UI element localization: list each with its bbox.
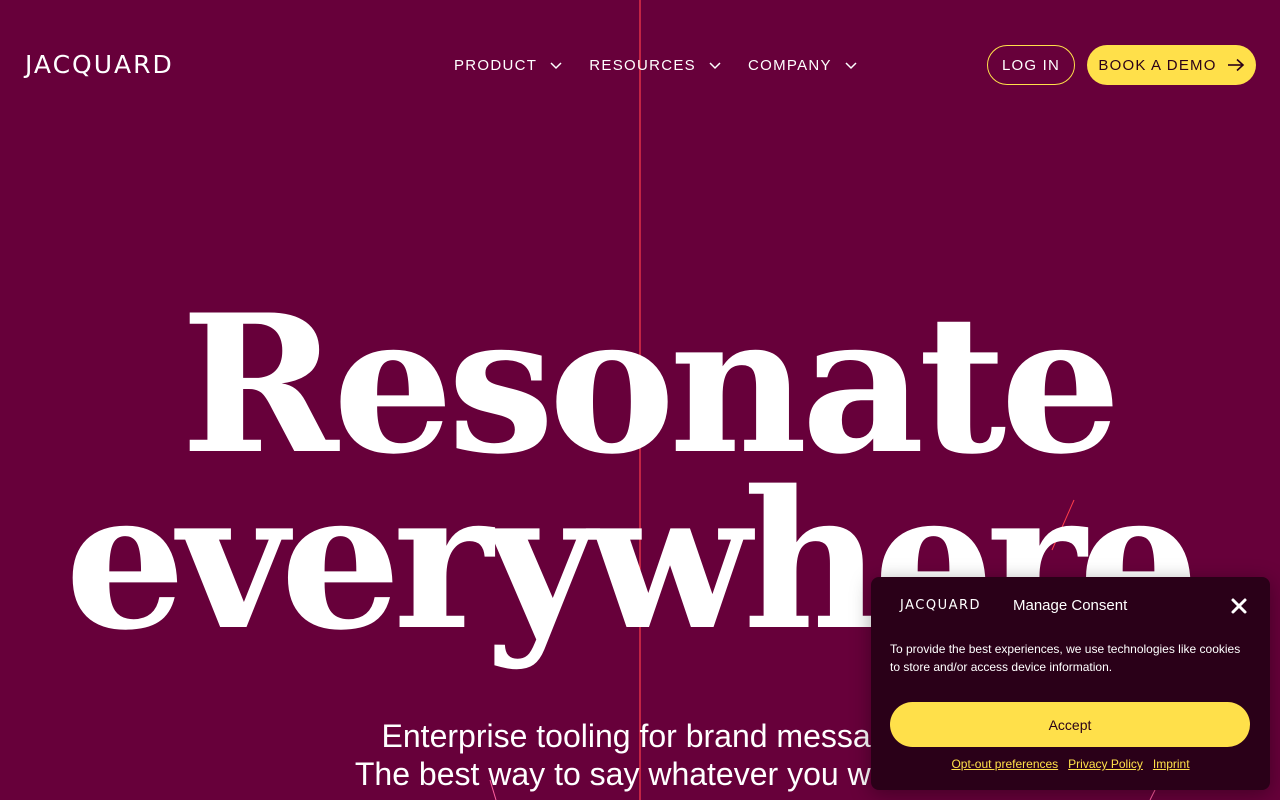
- chevron-down-icon: [550, 62, 562, 70]
- login-button-label: LOG IN: [1001, 56, 1061, 74]
- nav-item-company[interactable]: COMPANY: [748, 55, 858, 75]
- consent-logo: JACQUARD: [900, 598, 982, 613]
- nav-item-label: RESOURCES: [589, 56, 696, 74]
- book-demo-label: BOOK A DEMO: [1098, 56, 1217, 74]
- imprint-link[interactable]: Imprint: [1153, 757, 1190, 771]
- consent-dialog: JACQUARD Manage Consent To provide the b…: [871, 577, 1270, 790]
- nav-item-resources[interactable]: RESOURCES: [589, 55, 722, 75]
- chevron-down-icon: [709, 62, 721, 70]
- site-logo[interactable]: JACQUARD: [25, 51, 174, 79]
- main-nav: PRODUCT RESOURCES COMPANY: [454, 55, 858, 75]
- login-button[interactable]: LOG IN: [987, 45, 1075, 85]
- nav-item-label: PRODUCT: [454, 56, 538, 74]
- consent-title: Manage Consent: [1013, 597, 1128, 614]
- close-icon[interactable]: [1230, 597, 1248, 615]
- consent-description: To provide the best experiences, we use …: [890, 642, 1241, 674]
- arrow-right-icon: [1227, 58, 1244, 72]
- chevron-down-icon: [845, 62, 857, 70]
- opt-out-preferences-link[interactable]: Opt-out preferences: [951, 757, 1058, 771]
- consent-links: Opt-out preferences Privacy Policy Impri…: [871, 757, 1270, 771]
- privacy-policy-link[interactable]: Privacy Policy: [1068, 757, 1143, 771]
- accept-button[interactable]: Accept: [890, 702, 1250, 747]
- book-demo-button[interactable]: BOOK A DEMO: [1087, 45, 1256, 85]
- nav-item-product[interactable]: PRODUCT: [454, 55, 563, 75]
- accept-button-label: Accept: [1048, 716, 1092, 733]
- nav-item-label: COMPANY: [747, 56, 832, 74]
